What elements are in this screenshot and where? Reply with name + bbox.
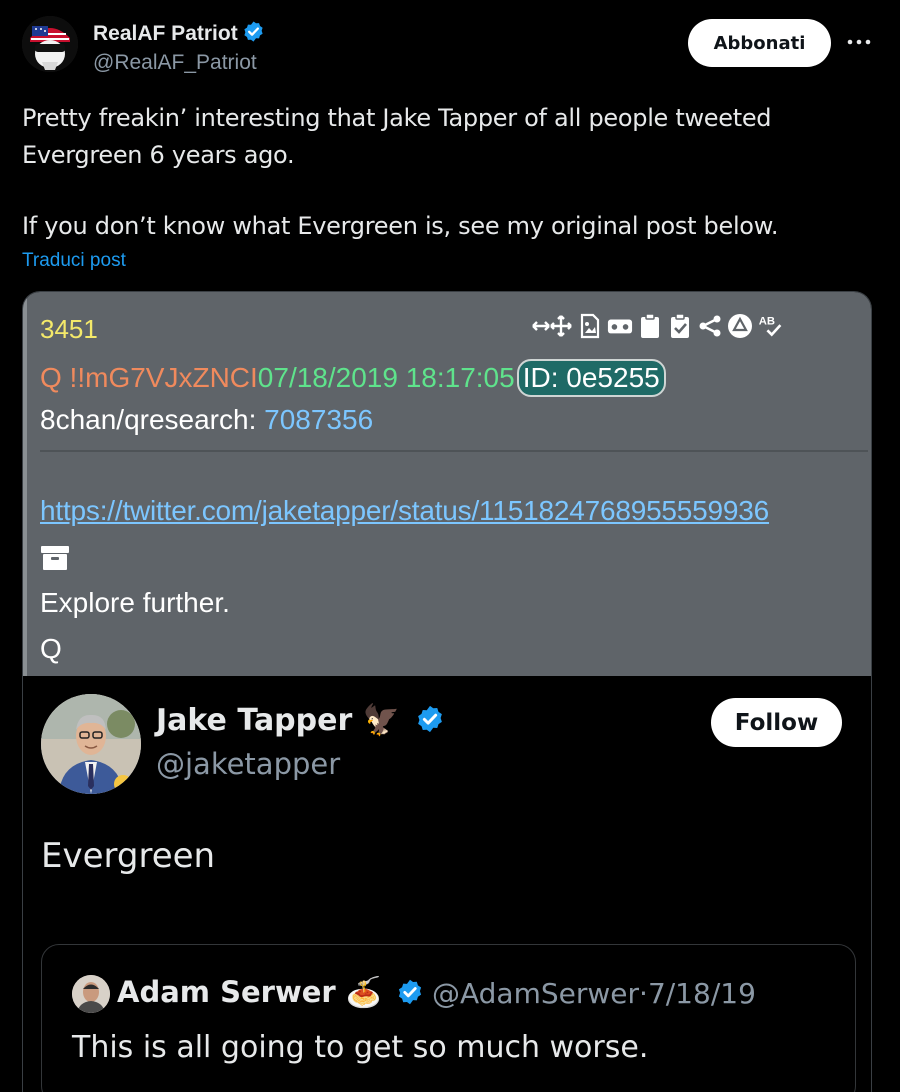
translate-post-link[interactable]: Traduci post <box>22 250 126 272</box>
qdrop-toolbar: AB <box>532 310 783 342</box>
qdrop-link: https://twitter.com/jaketapper/status/11… <box>40 495 770 526</box>
spaghetti-emoji: 🍝 <box>345 975 382 1009</box>
jake-tapper-name-row: Jake Tapper 🦅 <box>156 703 445 742</box>
qdrop-board: 8chan/qresearch: 7087356 <box>40 404 373 436</box>
vr-icon <box>607 312 633 340</box>
arrows-icon <box>532 312 573 340</box>
qdrop-explore-text: Explore further. <box>40 587 230 618</box>
post-paragraph: Pretty freakin’ interesting that Jake Ta… <box>22 104 772 169</box>
post-text: Pretty freakin’ interesting that Jake Ta… <box>22 100 872 245</box>
author-name-row[interactable]: RealAF Patriot <box>93 20 265 49</box>
author-handle[interactable]: @RealAF_Patriot <box>93 51 257 75</box>
jake-tapper-avatar <box>41 694 141 794</box>
divider <box>40 450 868 452</box>
translate-icon: AB <box>757 312 783 340</box>
adam-serwer-avatar <box>72 975 110 1013</box>
quoted-tweet-text: This is all going to get so much worse. <box>72 1030 649 1065</box>
qdrop-board-name: 8chan/qresearch: <box>40 404 257 435</box>
author-name[interactable]: RealAF Patriot <box>93 22 238 45</box>
qdrop-panel: 3451 AB Q !!mG7VJxZNCI07/18/2019 18:17:0… <box>23 292 871 676</box>
quoted-tweet-card: Adam Serwer 🍝 @AdamSerwer·7/18/19 This i… <box>41 944 856 1092</box>
verified-badge-icon <box>396 978 424 1013</box>
clipboard-icon <box>637 312 663 340</box>
eagle-emoji: 🦅 <box>362 703 401 738</box>
qdrop-number: 3451 <box>40 314 98 344</box>
follow-button: Follow <box>711 698 842 747</box>
quoted-tweet-date: 7/18/19 <box>647 977 756 1010</box>
embedded-tweet: Jake Tapper 🦅 @jaketapper Follow Evergre… <box>23 676 871 1092</box>
panel-edge <box>23 292 27 676</box>
post-header: RealAF Patriot @RealAF_Patriot Abbonati <box>0 0 900 90</box>
jake-tapper-name: Jake Tapper <box>156 703 353 738</box>
verified-badge-icon <box>415 704 445 742</box>
embedded-tweet-text: Evergreen <box>41 836 216 876</box>
adam-serwer-name-row: Adam Serwer 🍝 <box>117 975 424 1013</box>
adam-serwer-handle: @AdamSerwer <box>432 977 640 1010</box>
svg-text:AB: AB <box>759 315 775 327</box>
author-avatar[interactable] <box>22 16 78 72</box>
archive-icon <box>40 545 70 571</box>
post-paragraph: If you don’t know what Evergreen is, see… <box>22 212 779 240</box>
qdrop-datetime: 07/18/2019 18:17:05 <box>257 362 515 393</box>
clipboard-check-icon <box>667 312 693 340</box>
up-arrow-icon <box>727 312 753 340</box>
image-doc-icon <box>577 312 603 340</box>
adam-serwer-name: Adam Serwer <box>117 975 336 1009</box>
qdrop-id-badge: ID: 0e5255 <box>516 359 666 397</box>
subscribe-button[interactable]: Abbonati <box>688 19 831 67</box>
qdrop-board-number: 7087356 <box>264 404 374 435</box>
jake-tapper-handle: @jaketapper <box>156 747 341 781</box>
meta-separator: · <box>639 977 648 1010</box>
verified-badge-icon <box>242 20 265 49</box>
more-options-icon[interactable] <box>845 28 873 56</box>
quoted-tweet-meta: @AdamSerwer·7/18/19 <box>432 977 756 1010</box>
post-media-image[interactable]: 3451 AB Q !!mG7VJxZNCI07/18/2019 18:17:0… <box>22 291 872 1092</box>
share-icon <box>697 312 723 340</box>
qdrop-signature: Q <box>40 633 62 664</box>
qdrop-tripcode: Q !!mG7VJxZNCI <box>40 362 258 393</box>
qdrop-header-line: Q !!mG7VJxZNCI07/18/2019 18:17:05 ID: 0e5… <box>40 359 666 397</box>
